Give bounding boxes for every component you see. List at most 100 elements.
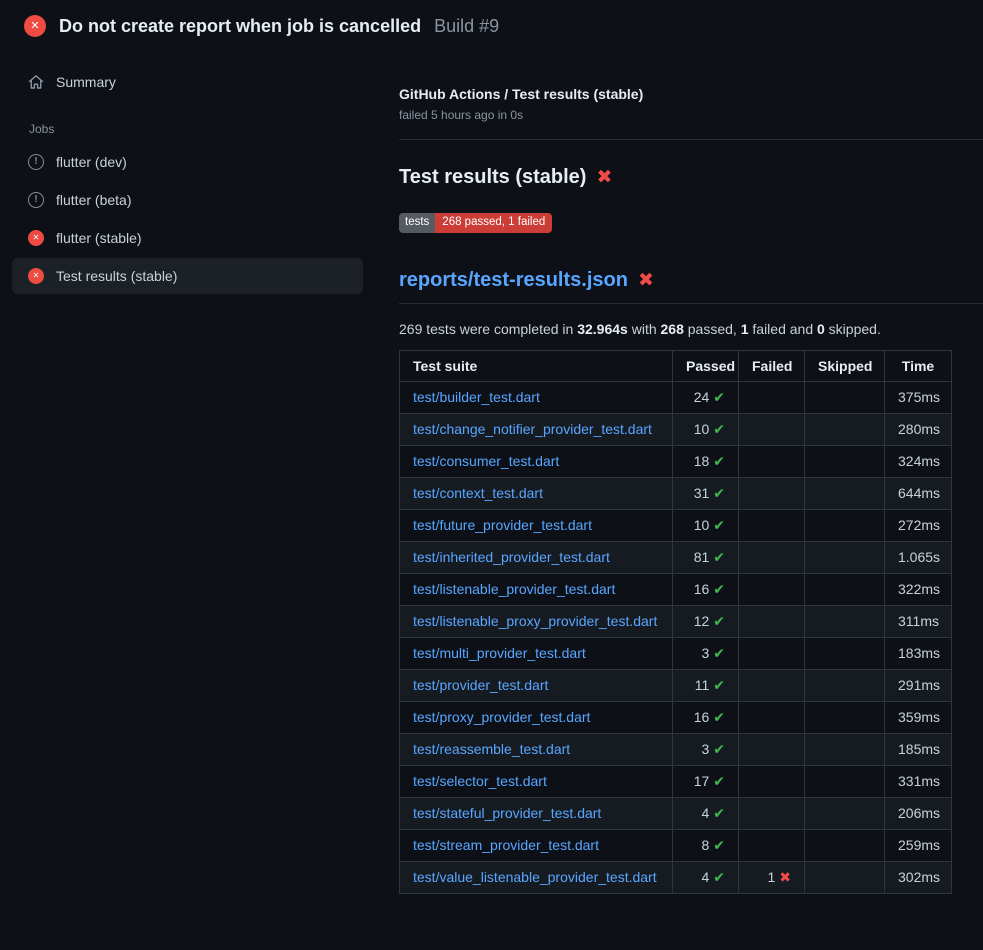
failed-count: 1 <box>767 869 775 885</box>
skipped-cell <box>805 605 885 637</box>
time-cell: 375ms <box>885 381 952 413</box>
check-icon: ✔ <box>713 517 725 533</box>
sidebar-job-item[interactable]: ✕ Test results (stable) <box>12 258 363 294</box>
column-header: Failed <box>739 350 805 381</box>
table-row: test/inherited_provider_test.dart 81✔ 1.… <box>400 541 952 573</box>
sidebar-item-summary[interactable]: Summary <box>12 64 363 100</box>
page-title: Do not create report when job is cancell… <box>59 16 421 37</box>
check-icon: ✔ <box>713 645 725 661</box>
failed-status-icon: ✕ <box>28 230 44 246</box>
suite-link[interactable]: test/builder_test.dart <box>413 389 540 405</box>
section-heading: Test results (stable) ✖ <box>399 166 983 189</box>
sidebar-job-item[interactable]: ! flutter (beta) <box>12 182 363 218</box>
cross-mark-icon: ✖ <box>596 166 612 189</box>
table-row: test/context_test.dart 31✔ 644ms <box>400 477 952 509</box>
table-row: test/multi_provider_test.dart 3✔ 183ms <box>400 637 952 669</box>
page-header: ✕ Do not create report when job is cance… <box>0 0 983 50</box>
home-icon <box>28 74 44 90</box>
summary-passed: 268 <box>661 321 684 337</box>
passed-cell: 10✔ <box>673 413 739 445</box>
table-row: test/reassemble_test.dart 3✔ 185ms <box>400 733 952 765</box>
column-header: Passed <box>673 350 739 381</box>
failed-cell <box>739 477 805 509</box>
passed-cell: 18✔ <box>673 445 739 477</box>
suite-link[interactable]: test/stream_provider_test.dart <box>413 837 599 853</box>
summary-failed: 1 <box>741 321 749 337</box>
jobs-list: ! flutter (dev) ! flutter (beta) ✕ flutt… <box>12 144 363 294</box>
time-cell: 331ms <box>885 765 952 797</box>
check-icon: ✔ <box>713 677 725 693</box>
skipped-cell <box>805 797 885 829</box>
table-row: test/builder_test.dart 24✔ 375ms <box>400 381 952 413</box>
suite-link[interactable]: test/proxy_provider_test.dart <box>413 709 590 725</box>
sidebar-job-item[interactable]: ! flutter (dev) <box>12 144 363 180</box>
passed-count: 16 <box>694 709 710 725</box>
divider <box>399 139 983 140</box>
skipped-cell <box>805 829 885 861</box>
suite-link[interactable]: test/consumer_test.dart <box>413 453 559 469</box>
passed-count: 31 <box>694 485 710 501</box>
page-body: Summary Jobs ! flutter (dev) ! flutter (… <box>0 50 983 918</box>
tests-badge: tests 268 passed, 1 failed <box>399 213 552 233</box>
time-cell: 302ms <box>885 861 952 893</box>
failed-cell: 1✖ <box>739 861 805 893</box>
summary-text: failed and <box>749 321 818 337</box>
suite-link[interactable]: test/provider_test.dart <box>413 677 548 693</box>
failed-cell <box>739 669 805 701</box>
failed-cell <box>739 701 805 733</box>
skipped-cell <box>805 573 885 605</box>
passed-cell: 8✔ <box>673 829 739 861</box>
results-table-head: Test suitePassedFailedSkippedTime <box>400 350 952 381</box>
failed-cell <box>739 573 805 605</box>
failed-status-icon: ✕ <box>24 15 46 37</box>
cross-icon: ✖ <box>779 869 791 885</box>
skipped-cell <box>805 477 885 509</box>
suite-link[interactable]: test/future_provider_test.dart <box>413 517 592 533</box>
passed-count: 4 <box>701 805 709 821</box>
table-row: test/stream_provider_test.dart 8✔ 259ms <box>400 829 952 861</box>
passed-cell: 31✔ <box>673 477 739 509</box>
column-header: Skipped <box>805 350 885 381</box>
table-row: test/listenable_proxy_provider_test.dart… <box>400 605 952 637</box>
job-label: flutter (dev) <box>56 154 127 170</box>
check-icon: ✔ <box>713 421 725 437</box>
suite-link[interactable]: test/value_listenable_provider_test.dart <box>413 869 657 885</box>
time-cell: 291ms <box>885 669 952 701</box>
sidebar-job-item[interactable]: ✕ flutter (stable) <box>12 220 363 256</box>
time-cell: 272ms <box>885 509 952 541</box>
passed-cell: 3✔ <box>673 637 739 669</box>
report-file-link[interactable]: reports/test-results.json <box>399 269 628 292</box>
suite-link[interactable]: test/selector_test.dart <box>413 773 547 789</box>
suite-link[interactable]: test/inherited_provider_test.dart <box>413 549 610 565</box>
suite-link[interactable]: test/listenable_proxy_provider_test.dart <box>413 613 657 629</box>
suite-link[interactable]: test/listenable_provider_test.dart <box>413 581 615 597</box>
job-label: flutter (beta) <box>56 192 131 208</box>
failed-cell <box>739 445 805 477</box>
suite-link[interactable]: test/multi_provider_test.dart <box>413 645 586 661</box>
skipped-cell <box>805 445 885 477</box>
time-cell: 280ms <box>885 413 952 445</box>
passed-cell: 81✔ <box>673 541 739 573</box>
skipped-cell <box>805 637 885 669</box>
passed-count: 17 <box>694 773 710 789</box>
check-icon: ✔ <box>713 549 725 565</box>
check-icon: ✔ <box>713 869 725 885</box>
time-cell: 311ms <box>885 605 952 637</box>
column-header: Time <box>885 350 952 381</box>
skipped-cell <box>805 733 885 765</box>
time-cell: 185ms <box>885 733 952 765</box>
suite-link[interactable]: test/reassemble_test.dart <box>413 741 570 757</box>
check-run-page: ✕ Do not create report when job is cance… <box>0 0 983 950</box>
suite-link[interactable]: test/context_test.dart <box>413 485 543 501</box>
summary-text: passed, <box>684 321 741 337</box>
passed-cell: 12✔ <box>673 605 739 637</box>
suite-link[interactable]: test/stateful_provider_test.dart <box>413 805 601 821</box>
failed-cell <box>739 541 805 573</box>
passed-cell: 11✔ <box>673 669 739 701</box>
summary-skipped: 0 <box>817 321 825 337</box>
check-icon: ✔ <box>713 837 725 853</box>
skipped-cell <box>805 509 885 541</box>
suite-link[interactable]: test/change_notifier_provider_test.dart <box>413 421 652 437</box>
check-icon: ✔ <box>713 581 725 597</box>
passed-cell: 4✔ <box>673 797 739 829</box>
